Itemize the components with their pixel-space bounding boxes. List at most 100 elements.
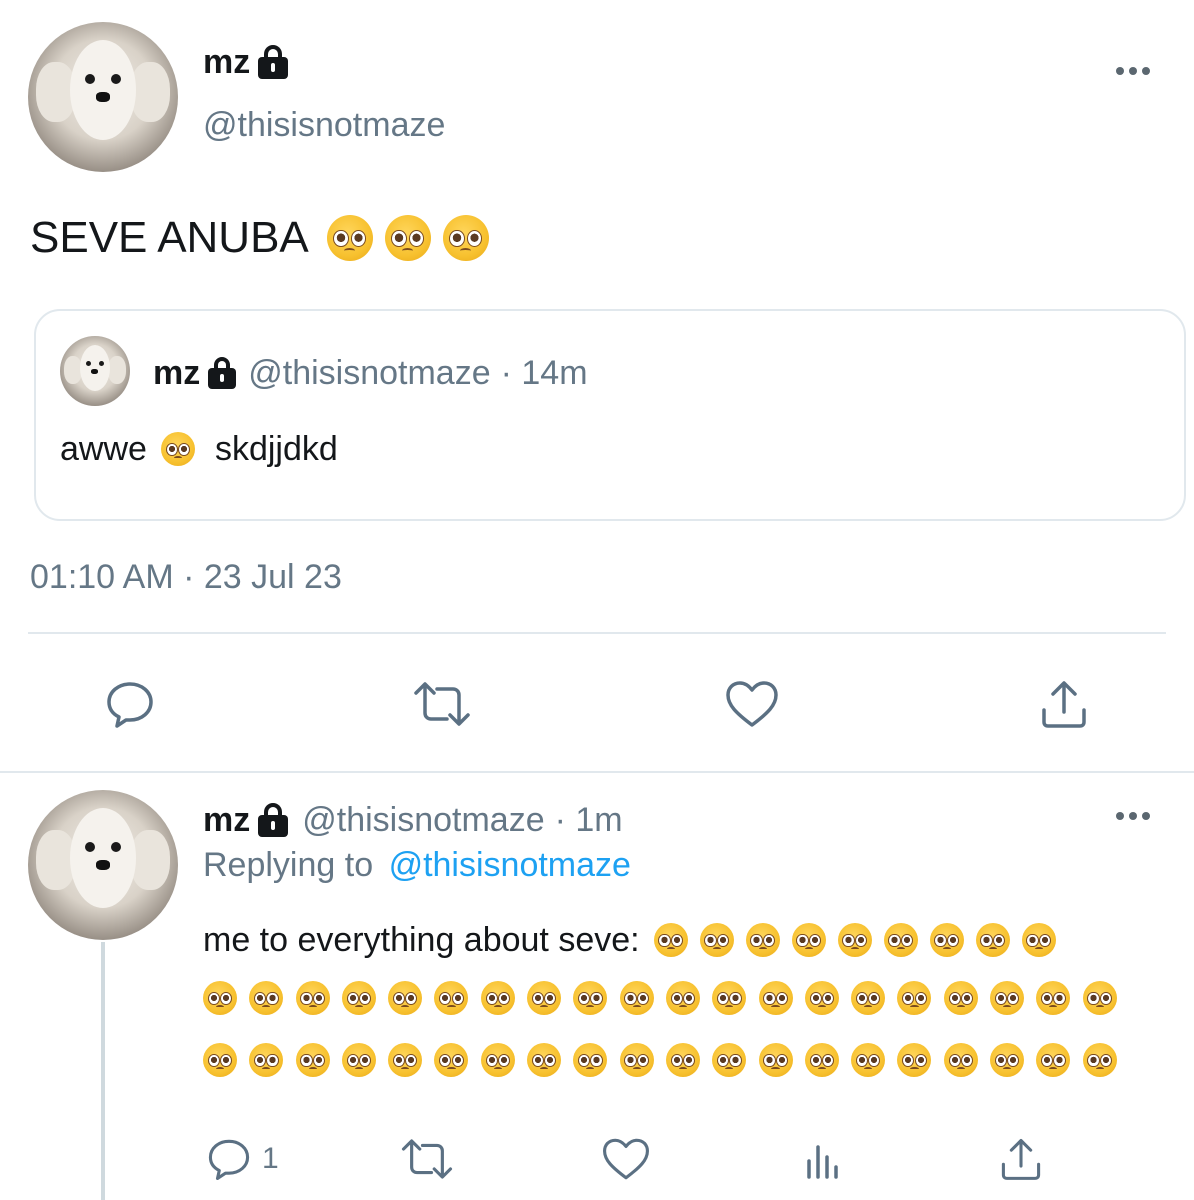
author-handle[interactable]: @thisisnotmaze — [203, 106, 445, 145]
pleading-face-emoji — [804, 1043, 839, 1077]
lock-icon — [258, 803, 289, 837]
quoted-tweet[interactable] — [34, 309, 1186, 521]
quoted-text-before: awwe — [60, 429, 147, 468]
quoted-header: mz @thisisnotmaze · 14m — [153, 352, 588, 394]
more-options-icon[interactable] — [1116, 812, 1150, 820]
pleading-face-emoji — [249, 1043, 284, 1077]
pleading-face-emoji — [203, 1043, 237, 1077]
divider — [28, 632, 1166, 634]
pleading-face-emoji — [573, 1043, 608, 1077]
reply-icon[interactable] — [204, 1134, 254, 1184]
quoted-avatar — [60, 336, 130, 406]
pleading-face-emoji — [527, 1043, 562, 1077]
quoted-time: · 14m — [500, 353, 588, 392]
reply-icon[interactable] — [100, 674, 160, 734]
pleading-face-emoji — [712, 981, 747, 1015]
replying-to-handle[interactable]: @thisisnotmaze — [389, 846, 631, 884]
pleading-face-emoji — [943, 1043, 978, 1077]
pleading-face-emoji — [990, 1043, 1025, 1077]
reply-time: · 1m — [554, 800, 623, 839]
analytics-icon[interactable] — [800, 1134, 846, 1184]
pleading-face-emoji — [388, 981, 423, 1015]
pleading-face-emoji — [745, 923, 780, 957]
pleading-face-emoji — [619, 981, 654, 1015]
pleading-face-emoji — [1036, 1043, 1071, 1077]
pleading-face-emoji — [837, 923, 872, 957]
tweet-text: SEVE ANUBA — [30, 212, 489, 264]
reply-text: me to everything about seve: — [203, 920, 640, 959]
pleading-face-emoji — [160, 432, 195, 466]
more-options-icon[interactable] — [1116, 67, 1150, 75]
pleading-face-emoji — [804, 981, 839, 1015]
emoji-row — [203, 1043, 1117, 1077]
tweet-timestamp[interactable]: 01:10 AM · 23 Jul 23 — [30, 558, 342, 597]
pleading-face-emoji — [326, 215, 373, 261]
display-name[interactable]: mz — [203, 43, 250, 82]
retweet-icon[interactable] — [398, 1134, 456, 1184]
pleading-face-emoji — [990, 981, 1025, 1015]
pleading-face-emoji — [1036, 981, 1071, 1015]
lock-icon — [208, 357, 237, 389]
like-icon[interactable] — [600, 1134, 652, 1184]
pleading-face-emoji — [341, 1043, 376, 1077]
pleading-face-emoji — [699, 923, 734, 957]
quoted-text: awwe skdjjdkd — [60, 428, 338, 470]
replying-to: Replying to @thisisnotmaze — [203, 846, 631, 885]
pleading-face-emoji — [883, 923, 918, 957]
reply-text-line1: me to everything about seve: — [203, 916, 1056, 964]
pleading-face-emoji — [295, 1043, 330, 1077]
quoted-text-after: skdjjdkd — [214, 429, 338, 468]
pleading-face-emoji — [791, 923, 826, 957]
thread-line — [101, 942, 105, 1200]
pleading-face-emoji — [203, 981, 237, 1015]
pleading-face-emoji — [249, 981, 284, 1015]
share-icon[interactable] — [1034, 674, 1094, 734]
pleading-face-emoji — [851, 1043, 886, 1077]
pleading-face-emoji — [1082, 981, 1117, 1015]
emoji-row — [653, 923, 1056, 957]
pleading-face-emoji — [851, 981, 886, 1015]
divider — [0, 771, 1194, 773]
tweet-text-content: SEVE ANUBA — [30, 213, 309, 262]
pleading-face-emoji — [1082, 1043, 1117, 1077]
reply-header: mz @thisisnotmaze · 1m — [203, 798, 623, 842]
pleading-face-emoji — [480, 1043, 515, 1077]
pleading-face-emoji — [975, 923, 1010, 957]
quoted-display-name: mz — [153, 353, 201, 392]
share-icon[interactable] — [996, 1134, 1046, 1184]
lock-icon — [258, 45, 289, 79]
pleading-face-emoji — [480, 981, 515, 1015]
pleading-face-emoji — [388, 1043, 423, 1077]
pleading-face-emoji — [295, 981, 330, 1015]
retweet-icon[interactable] — [410, 674, 474, 734]
pleading-face-emoji — [897, 1043, 932, 1077]
author-name-row: mz — [203, 40, 289, 84]
pleading-face-emoji — [712, 1043, 747, 1077]
reply-display-name[interactable]: mz — [203, 801, 250, 840]
pleading-face-emoji — [1021, 923, 1056, 957]
pleading-face-emoji — [665, 981, 700, 1015]
reply-handle[interactable]: @thisisnotmaze — [302, 801, 544, 840]
pleading-face-emoji — [653, 923, 688, 957]
pleading-face-emoji — [341, 981, 376, 1015]
pleading-face-emoji — [665, 1043, 700, 1077]
pleading-face-emoji — [384, 215, 431, 261]
pleading-face-emoji — [527, 981, 562, 1015]
replying-to-label: Replying to — [203, 846, 374, 884]
pleading-face-emoji — [573, 981, 608, 1015]
pleading-face-emoji — [943, 981, 978, 1015]
pleading-face-emoji — [619, 1043, 654, 1077]
pleading-face-emoji — [758, 1043, 793, 1077]
pleading-face-emoji — [434, 981, 469, 1015]
pleading-face-emoji — [442, 215, 489, 261]
pleading-face-emoji — [929, 923, 964, 957]
pleading-face-emoji — [434, 1043, 469, 1077]
like-icon[interactable] — [722, 674, 782, 734]
pleading-face-emoji — [758, 981, 793, 1015]
reply-avatar[interactable] — [28, 790, 178, 940]
quoted-handle: @thisisnotmaze — [248, 353, 491, 392]
avatar[interactable] — [28, 22, 178, 172]
reply-count: 1 — [262, 1142, 279, 1175]
pleading-face-emoji — [897, 981, 932, 1015]
emoji-row — [203, 981, 1117, 1015]
